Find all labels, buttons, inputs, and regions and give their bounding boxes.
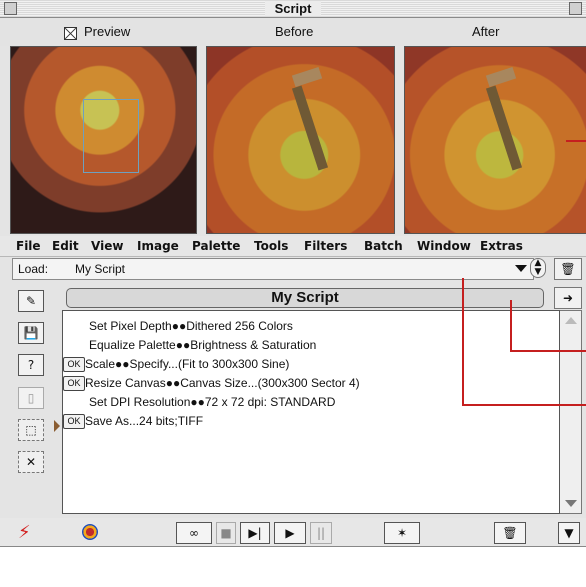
help-icon[interactable]: ? bbox=[18, 354, 44, 376]
menu-extras[interactable]: Extras bbox=[480, 236, 523, 256]
list-item[interactable]: OK Scale●●Specify...(Fit to 300x300 Sine… bbox=[63, 355, 559, 373]
before-label: Before bbox=[275, 24, 314, 39]
ok-badge: OK bbox=[63, 357, 85, 372]
scroll-up-icon[interactable] bbox=[565, 317, 577, 324]
callout-line bbox=[510, 350, 586, 352]
menu-edit[interactable]: Edit bbox=[52, 236, 79, 256]
preview-label: Preview bbox=[84, 24, 131, 39]
menu-image[interactable]: Image bbox=[137, 236, 179, 256]
status-area bbox=[0, 546, 586, 587]
stop-button: ■ bbox=[216, 522, 236, 544]
wizard-button[interactable]: ✶ bbox=[384, 522, 420, 544]
script-title-button[interactable]: My Script bbox=[66, 288, 544, 308]
script-step-list[interactable]: Set Pixel Depth●●Dithered 256 Colors Equ… bbox=[62, 310, 560, 514]
current-step-marker-icon bbox=[54, 420, 60, 432]
load-label: Load: bbox=[18, 262, 49, 276]
ok-badge: OK bbox=[63, 376, 85, 391]
list-item[interactable]: OK Save As...24 bits;TIFF bbox=[63, 412, 559, 430]
selection-rectangle[interactable] bbox=[83, 99, 139, 173]
menu-palette[interactable]: Palette bbox=[192, 236, 240, 256]
ok-badge: OK bbox=[63, 414, 85, 429]
list-item[interactable]: Set DPI Resolution●●72 x 72 dpi: STANDAR… bbox=[63, 393, 559, 411]
callout-line bbox=[566, 140, 586, 142]
navigator-image[interactable] bbox=[10, 46, 197, 234]
pause-button: || bbox=[310, 522, 332, 544]
title-bar[interactable]: Script bbox=[0, 0, 586, 18]
list-item[interactable]: OK Resize Canvas●●Canvas Size...(300x300… bbox=[63, 374, 559, 392]
insert-step-button[interactable]: ➜ bbox=[554, 287, 582, 309]
trash-side-button[interactable]: 🗑 bbox=[554, 258, 582, 280]
menu-view[interactable]: View bbox=[91, 236, 123, 256]
save-icon[interactable]: 💾 bbox=[18, 322, 44, 344]
run-batch-icon[interactable]: ⚡ bbox=[18, 522, 42, 544]
menu-window[interactable]: Window bbox=[417, 236, 471, 256]
vertical-scrollbar[interactable] bbox=[560, 310, 582, 514]
new-document-icon[interactable]: ▯ bbox=[18, 387, 44, 409]
script-window: Script Preview Before After File Edit Vi… bbox=[0, 0, 586, 587]
play-button[interactable]: ▶ bbox=[274, 522, 306, 544]
menu-filters[interactable]: Filters bbox=[304, 236, 347, 256]
callout-line bbox=[462, 278, 464, 406]
deselect-icon[interactable]: ✕ bbox=[18, 451, 44, 473]
menu-tools[interactable]: Tools bbox=[254, 236, 288, 256]
list-item[interactable]: Equalize Palette●●Brightness & Saturatio… bbox=[63, 336, 559, 354]
menu-file[interactable]: File bbox=[16, 236, 41, 256]
scroll-down-icon[interactable] bbox=[565, 500, 577, 507]
before-image bbox=[206, 46, 395, 234]
zoom-box[interactable] bbox=[569, 2, 582, 15]
list-item[interactable]: Set Pixel Depth●●Dithered 256 Colors bbox=[63, 317, 559, 335]
step-forward-button[interactable]: ▶| bbox=[240, 522, 270, 544]
select-all-icon[interactable]: ⬚ bbox=[18, 419, 44, 441]
after-label: After bbox=[472, 24, 500, 39]
dropdown-icon[interactable]: ▼ bbox=[558, 522, 580, 544]
load-popup[interactable]: Load: My Script bbox=[12, 258, 534, 280]
menu-batch[interactable]: Batch bbox=[364, 236, 403, 256]
target-icon[interactable] bbox=[82, 524, 98, 540]
preview-checkbox[interactable] bbox=[64, 27, 77, 40]
callout-line bbox=[510, 300, 512, 352]
trash-button[interactable]: 🗑 bbox=[494, 522, 526, 544]
after-image bbox=[404, 46, 586, 234]
popup-arrow-icon[interactable] bbox=[515, 265, 527, 272]
window-title: Script bbox=[0, 0, 586, 17]
preview-header: Preview Before After bbox=[0, 18, 586, 46]
edit-icon[interactable]: ✎ bbox=[18, 290, 44, 312]
load-value: My Script bbox=[75, 262, 126, 276]
stepper-icon[interactable]: ▲ ▼ bbox=[530, 258, 546, 278]
loop-button[interactable]: ∞ bbox=[176, 522, 212, 544]
menu-bar: File Edit View Image Palette Tools Filte… bbox=[0, 236, 586, 257]
callout-line bbox=[462, 404, 586, 406]
